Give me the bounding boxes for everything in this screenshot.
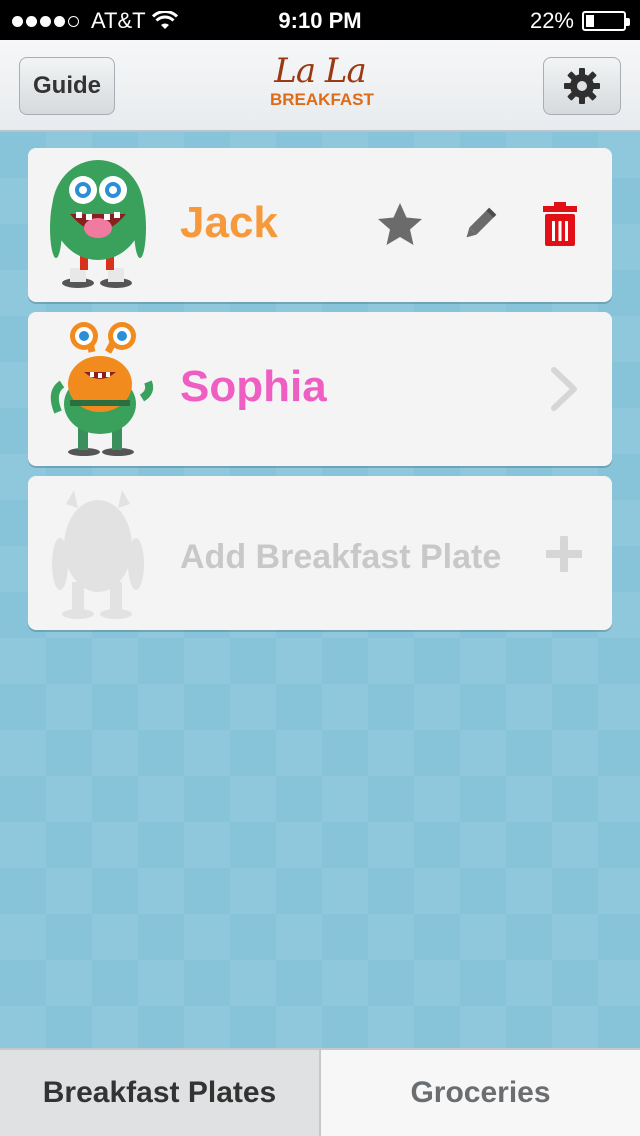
delete-button[interactable] — [534, 196, 586, 252]
tab-breakfast-plates[interactable]: Breakfast Plates — [0, 1050, 321, 1136]
plate-name: Sophia — [180, 362, 327, 411]
trash-icon — [543, 202, 577, 246]
add-plate-label: Add Breakfast Plate — [180, 538, 502, 576]
chevron-right-icon — [551, 367, 577, 411]
battery-percent: 22% — [529, 8, 574, 33]
favorite-button[interactable] — [374, 198, 426, 250]
green-monster-avatar — [48, 158, 148, 292]
gear-icon — [564, 68, 600, 104]
add-plate-card[interactable]: Add Breakfast Plate — [28, 476, 612, 630]
open-plate-button[interactable] — [542, 362, 586, 416]
settings-button[interactable] — [543, 57, 621, 115]
guide-button[interactable]: Guide — [19, 57, 115, 115]
status-bar: AT&T 9:10 PM 22% — [0, 0, 640, 40]
plates-list: Jack Sophia Add Breakfast Plate — [0, 132, 640, 1048]
navigation-bar: Guide La La BREAKFAST — [0, 40, 640, 132]
plate-name: Jack — [180, 198, 278, 247]
logo-word: BREAKFAST — [270, 90, 374, 109]
add-plate-button[interactable] — [542, 532, 586, 576]
tab-groceries[interactable]: Groceries — [321, 1050, 640, 1136]
plate-card-jack[interactable]: Jack — [28, 148, 612, 302]
app-logo: La La BREAKFAST — [270, 51, 374, 120]
pencil-icon — [466, 207, 497, 238]
orange-monster-avatar — [48, 322, 154, 456]
battery-icon — [582, 11, 630, 31]
star-icon — [378, 203, 422, 245]
plate-card-sophia[interactable]: Sophia — [28, 312, 612, 466]
placeholder-monster-silhouette — [48, 486, 148, 620]
status-right: 22% — [529, 8, 630, 34]
edit-button[interactable] — [454, 198, 506, 250]
tab-bar: Breakfast Plates Groceries — [0, 1048, 640, 1136]
plus-icon — [546, 536, 582, 572]
logo-script: La La — [274, 51, 367, 91]
